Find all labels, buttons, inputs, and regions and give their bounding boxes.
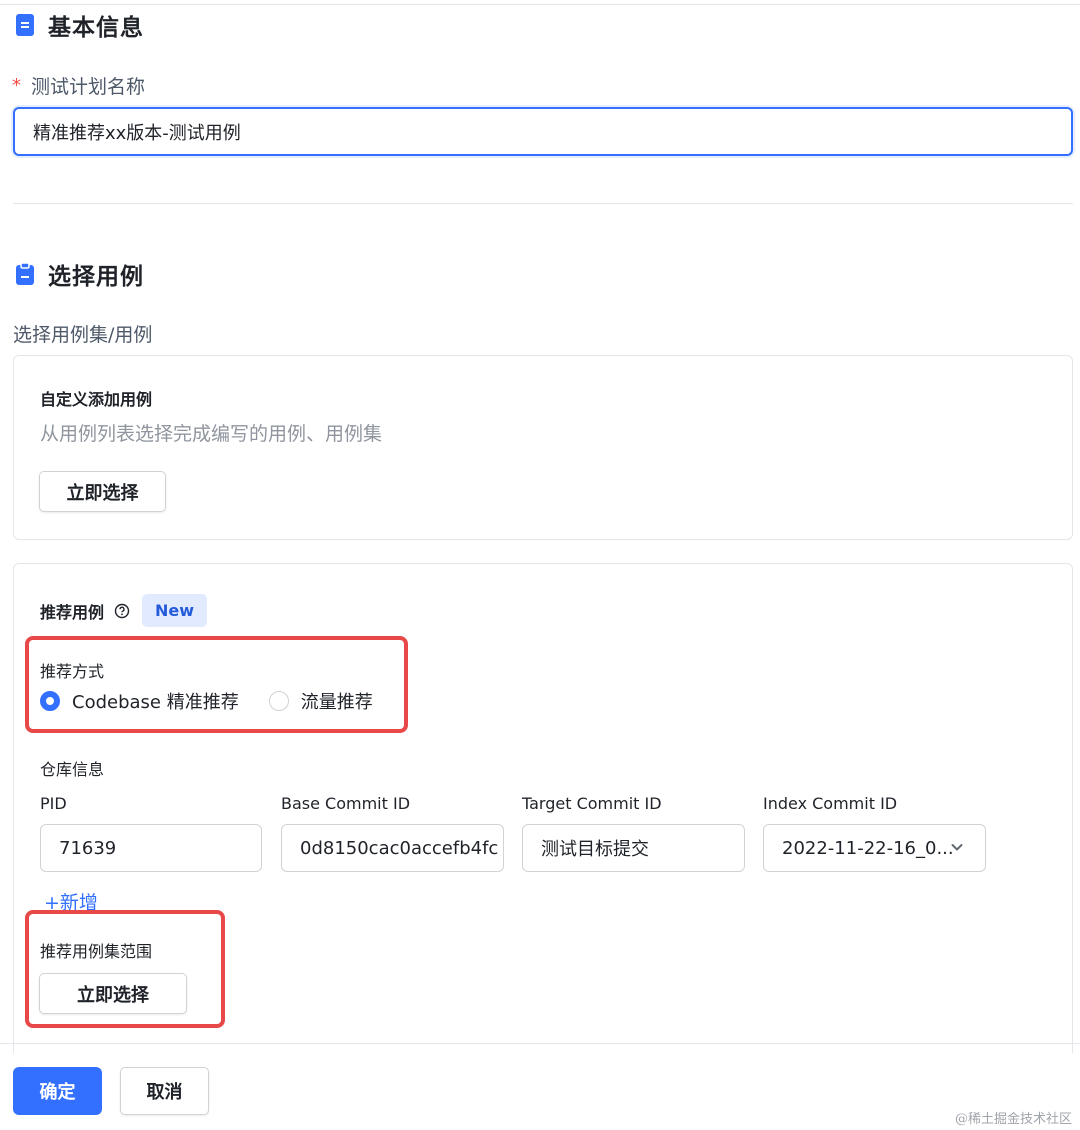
recommend-header: 推荐用例 New bbox=[40, 594, 208, 627]
target-commit-label: Target Commit ID bbox=[522, 794, 662, 813]
scope-label: 推荐用例集范围 bbox=[40, 942, 153, 961]
base-commit-input[interactable]: 0d8150cac0accefb4fc bbox=[281, 824, 504, 872]
index-commit-label: Index Commit ID bbox=[763, 794, 898, 813]
watermark: @稀土掘金技术社区 bbox=[954, 1112, 1072, 1127]
document-icon bbox=[16, 14, 34, 36]
plan-name-label: * 测试计划名称 bbox=[12, 72, 145, 99]
plan-name-input[interactable] bbox=[13, 107, 1073, 156]
pid-input[interactable]: 71639 bbox=[40, 824, 262, 872]
scope-select-button[interactable]: 立即选择 bbox=[39, 973, 187, 1014]
radio-codebase[interactable] bbox=[40, 691, 60, 711]
top-divider bbox=[0, 4, 1080, 5]
select-now-button[interactable]: 立即选择 bbox=[39, 471, 166, 512]
basic-info-title: 基本信息 bbox=[48, 15, 144, 41]
radio-traffic[interactable] bbox=[268, 691, 289, 711]
repo-info-label: 仓库信息 bbox=[40, 760, 105, 779]
target-commit-input[interactable]: 测试目标提交 bbox=[522, 824, 745, 872]
index-commit-value: 2022-11-22-16_0... bbox=[782, 837, 954, 859]
required-mark: * bbox=[12, 75, 21, 96]
custom-cases-desc: 从用例列表选择完成编写的用例、用例集 bbox=[40, 423, 383, 445]
recommend-mode-group: Codebase 精准推荐 流量推荐 bbox=[40, 688, 403, 714]
plan-name-label-text: 测试计划名称 bbox=[31, 76, 146, 98]
basic-info-header: 基本信息 bbox=[16, 8, 144, 42]
cancel-button[interactable]: 取消 bbox=[120, 1067, 209, 1115]
base-commit-label: Base Commit ID bbox=[281, 794, 411, 813]
recommend-title: 推荐用例 bbox=[40, 602, 105, 622]
confirm-button[interactable]: 确定 bbox=[13, 1067, 102, 1115]
section-divider bbox=[13, 203, 1073, 204]
recommend-cases-card: 推荐用例 New 推荐方式 Codebase 精准推荐 流量推荐 仓库信息 PI… bbox=[13, 563, 1073, 1053]
recommend-mode-label: 推荐方式 bbox=[40, 662, 105, 681]
chevron-down-icon bbox=[951, 844, 963, 851]
pid-label: PID bbox=[40, 794, 67, 813]
select-cases-title: 选择用例 bbox=[48, 264, 144, 290]
clipboard-icon bbox=[16, 263, 34, 285]
custom-cases-title: 自定义添加用例 bbox=[40, 390, 153, 409]
footer-divider bbox=[0, 1043, 1080, 1044]
select-cases-subtitle: 选择用例集/用例 bbox=[13, 324, 153, 346]
radio-codebase-label[interactable]: Codebase 精准推荐 bbox=[72, 688, 239, 714]
new-badge: New bbox=[142, 594, 208, 627]
highlight-box-mode bbox=[25, 636, 408, 733]
custom-cases-card: 自定义添加用例 从用例列表选择完成编写的用例、用例集 立即选择 bbox=[13, 355, 1073, 540]
radio-traffic-label[interactable]: 流量推荐 bbox=[301, 688, 373, 714]
select-cases-header: 选择用例 bbox=[16, 257, 144, 291]
index-commit-select[interactable]: 2022-11-22-16_0... bbox=[763, 824, 986, 872]
help-icon[interactable] bbox=[114, 603, 130, 619]
